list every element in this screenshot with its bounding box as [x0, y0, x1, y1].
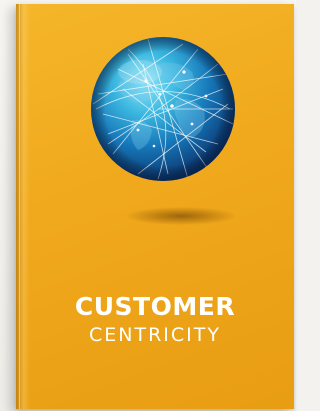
book-spine-highlight [19, 4, 20, 409]
globe-drop-shadow [126, 207, 236, 225]
book-cover: CUSTOMER CENTRICITY [16, 4, 294, 409]
network-globe-icon [88, 34, 238, 184]
cover-title-line1: CUSTOMER [74, 292, 236, 321]
cover-title-line2: CENTRICITY [89, 324, 221, 346]
page-background: CUSTOMER CENTRICITY [0, 0, 296, 411]
